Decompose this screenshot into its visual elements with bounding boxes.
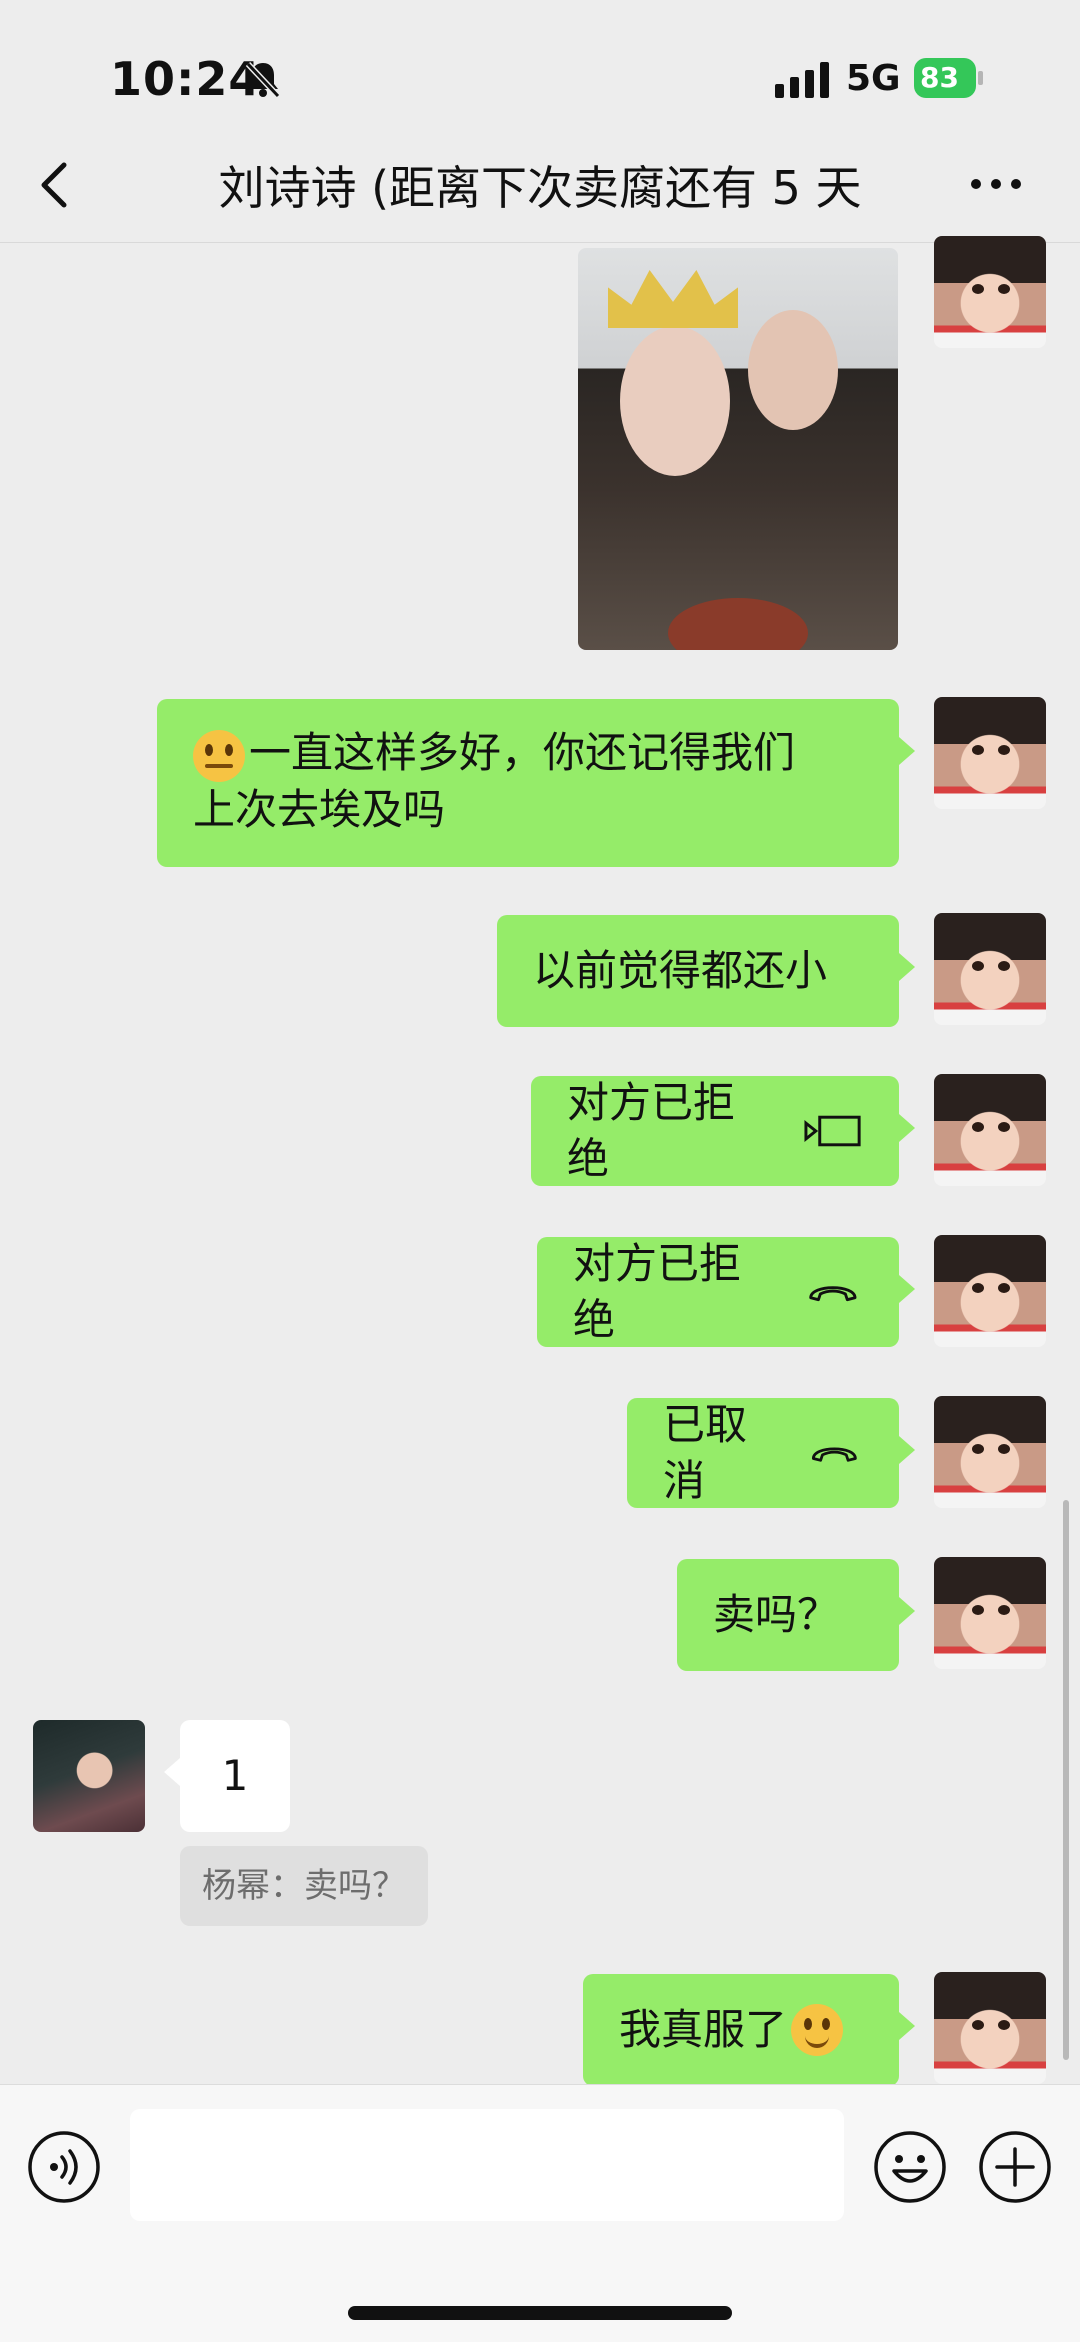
avatar[interactable]: [934, 1557, 1046, 1669]
emoji-icon[interactable]: [872, 2129, 948, 2205]
phone-hangup-icon: [812, 1447, 858, 1462]
scrollbar[interactable]: [1063, 1500, 1069, 2060]
signal-icon: [775, 62, 829, 98]
message-text: 我真服了: [619, 2005, 788, 2054]
message-input[interactable]: [130, 2109, 844, 2221]
message-text: 卖吗？: [713, 1590, 840, 1639]
home-indicator[interactable]: [348, 2306, 732, 2320]
header-divider: [0, 242, 1080, 243]
avatar[interactable]: [934, 1235, 1046, 1347]
video-call-icon: [804, 1115, 861, 1147]
expressionless-face-icon: [193, 729, 245, 782]
avatar[interactable]: [934, 1972, 1046, 2084]
shared-photo[interactable]: [578, 248, 898, 650]
voice-icon[interactable]: [26, 2129, 102, 2205]
message-bubble[interactable]: 一直这样多好，你还记得我们 上次去埃及吗: [157, 699, 915, 867]
contact-avatar[interactable]: [33, 1720, 145, 1832]
avatar[interactable]: [934, 913, 1046, 1025]
incoming-message-bubble[interactable]: 1: [164, 1720, 290, 1832]
avatar[interactable]: [934, 1074, 1046, 1186]
chat-title: 刘诗诗 (距离下次卖腐还有 5 天: [218, 161, 862, 215]
battery-percent: 83: [920, 61, 959, 94]
status-time: 10:24: [110, 52, 262, 106]
bell-slash-icon: [245, 61, 281, 99]
more-dots-icon[interactable]: [968, 172, 1024, 196]
message-text: 以前觉得都还小: [533, 946, 828, 995]
message-bubble[interactable]: 我真服了: [583, 1974, 915, 2086]
quoted-message[interactable]: 杨幂：卖吗？: [180, 1846, 428, 1926]
message-bubble[interactable]: 以前觉得都还小: [497, 915, 915, 1027]
plus-icon[interactable]: [977, 2129, 1053, 2205]
chevron-left-icon[interactable]: [30, 155, 80, 215]
message-bubble[interactable]: 卖吗？: [677, 1559, 915, 1671]
call-record-bubble[interactable]: 对方已拒绝: [537, 1237, 915, 1347]
avatar[interactable]: [934, 697, 1046, 809]
message-text: 一直这样多好，你还记得我们: [249, 728, 796, 777]
message-text: 1: [221, 1751, 249, 1800]
call-status-text: 已取消: [663, 1400, 748, 1505]
call-status-text: 对方已拒绝: [567, 1078, 736, 1183]
crown-icon: [608, 270, 738, 328]
phone-hangup-icon: [809, 1286, 857, 1302]
call-record-bubble[interactable]: 已取消: [627, 1398, 915, 1508]
avatar[interactable]: [934, 236, 1046, 348]
call-record-bubble[interactable]: 对方已拒绝: [531, 1076, 915, 1186]
call-status-text: 对方已拒绝: [573, 1239, 742, 1344]
smiling-face-icon: [791, 2004, 844, 2056]
avatar[interactable]: [934, 1396, 1046, 1508]
message-text: 上次去埃及吗: [193, 784, 446, 834]
network-type: 5G: [846, 58, 901, 99]
battery-charging-icon: 83: [914, 58, 984, 98]
